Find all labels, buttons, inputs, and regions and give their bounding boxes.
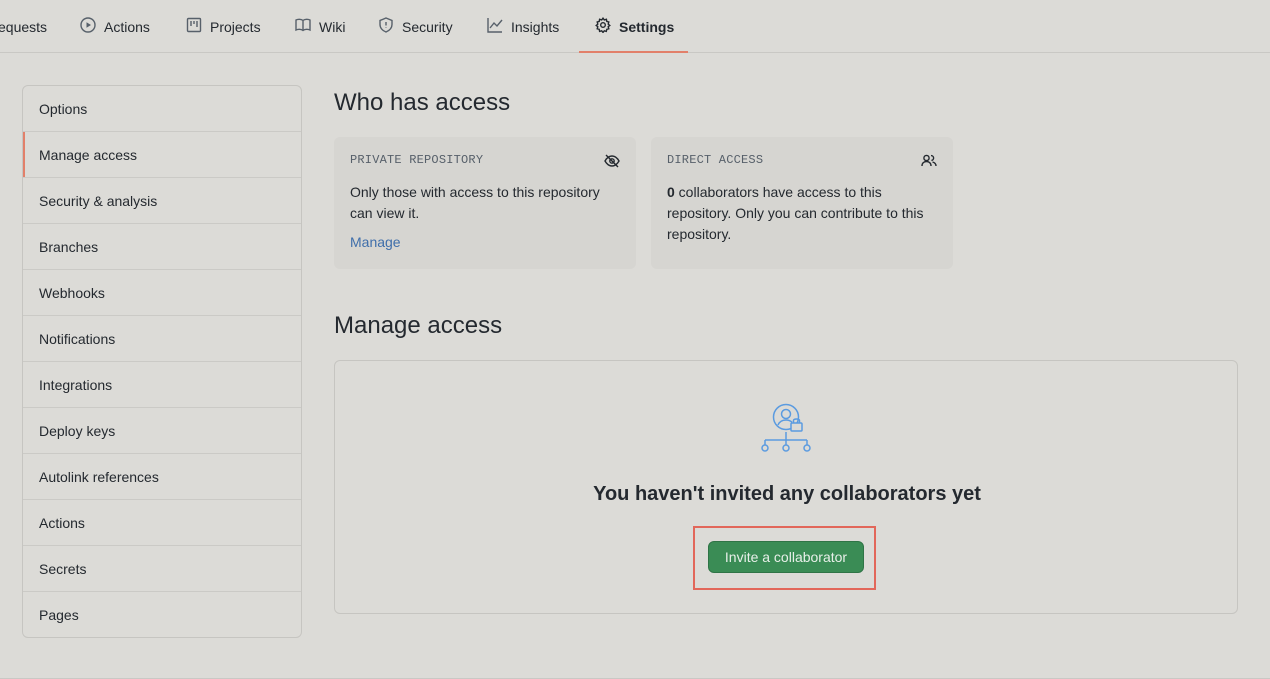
repo-nav-tabs: equests Actions Projects Wiki Security I…	[0, 0, 1270, 53]
tab-label: Security	[402, 18, 453, 35]
tab-label: Actions	[104, 18, 150, 35]
people-icon	[921, 153, 937, 169]
play-icon	[80, 17, 96, 36]
sidebar-item-pages[interactable]: Pages	[23, 592, 301, 637]
sidebar-item-label: Notifications	[39, 330, 116, 347]
tab-label: Wiki	[319, 18, 346, 35]
private-repository-card: PRIVATE REPOSITORY Only those with acces…	[334, 137, 636, 269]
active-tab-underline	[579, 51, 688, 53]
sidebar-item-integrations[interactable]: Integrations	[23, 362, 301, 408]
gear-icon	[595, 17, 611, 36]
sidebar-item-label: Manage access	[39, 146, 138, 163]
manage-access-box: You haven't invited any collaborators ye…	[334, 360, 1238, 614]
card-description: 0 collaborators have access to this repo…	[667, 182, 937, 245]
card-description: Only those with access to this repositor…	[350, 184, 600, 221]
tab-settings[interactable]: Settings	[595, 0, 674, 53]
book-icon	[295, 17, 311, 36]
sidebar-item-security-analysis[interactable]: Security & analysis	[23, 178, 301, 224]
empty-state-title: You haven't invited any collaborators ye…	[593, 483, 981, 505]
manage-access-heading: Manage access	[334, 312, 503, 339]
tab-security[interactable]: Security	[378, 0, 453, 53]
who-has-access-heading: Who has access	[334, 89, 511, 116]
sidebar-item-manage-access[interactable]: Manage access	[23, 132, 301, 178]
tab-insights[interactable]: Insights	[487, 0, 559, 53]
sidebar-item-label: Actions	[39, 514, 85, 531]
tab-wiki[interactable]: Wiki	[295, 0, 345, 53]
sidebar-item-label: Security & analysis	[39, 192, 158, 209]
sidebar-item-branches[interactable]: Branches	[23, 224, 301, 270]
sidebar-item-options[interactable]: Options	[23, 86, 301, 132]
collaborator-text: collaborators have access to this reposi…	[667, 184, 924, 242]
direct-access-card: DIRECT ACCESS 0 collaborators have acces…	[651, 137, 953, 269]
settings-sidebar: Options Manage access Security & analysi…	[22, 85, 302, 638]
sidebar-item-label: Pages	[39, 607, 79, 623]
sidebar-item-label: Secrets	[39, 560, 87, 577]
sidebar-item-label: Integrations	[39, 376, 113, 393]
sidebar-item-deploy-keys[interactable]: Deploy keys	[23, 408, 301, 454]
sidebar-item-label: Options	[39, 100, 88, 117]
tab-label: Projects	[210, 18, 261, 35]
tab-projects[interactable]: Projects	[186, 0, 261, 53]
tab-actions[interactable]: Actions	[80, 0, 150, 53]
tab-label: Settings	[619, 18, 675, 35]
sidebar-item-actions[interactable]: Actions	[23, 500, 301, 546]
project-icon	[186, 17, 202, 36]
sidebar-item-label: Deploy keys	[39, 422, 116, 439]
shield-icon	[378, 17, 394, 36]
sidebar-item-label: Branches	[39, 238, 99, 255]
graph-icon	[487, 17, 503, 36]
tab-label: Insights	[511, 18, 560, 35]
sidebar-item-label: Webhooks	[39, 284, 105, 301]
tab-pull-requests[interactable]: equests	[0, 0, 47, 53]
sidebar-item-notifications[interactable]: Notifications	[23, 316, 301, 362]
eye-closed-icon	[604, 153, 620, 169]
sidebar-item-autolink-references[interactable]: Autolink references	[23, 454, 301, 500]
tab-label: equests	[0, 18, 48, 35]
collaborators-illustration-icon	[760, 403, 814, 457]
collaborator-count: 0	[667, 184, 675, 200]
manage-link[interactable]: Manage	[350, 234, 401, 250]
sidebar-item-label: Autolink references	[39, 468, 159, 485]
sidebar-item-webhooks[interactable]: Webhooks	[23, 270, 301, 316]
card-label: DIRECT ACCESS	[667, 153, 764, 167]
invite-collaborator-button[interactable]: Invite a collaborator	[708, 541, 864, 573]
sidebar-item-secrets[interactable]: Secrets	[23, 546, 301, 592]
card-label: PRIVATE REPOSITORY	[350, 153, 484, 167]
